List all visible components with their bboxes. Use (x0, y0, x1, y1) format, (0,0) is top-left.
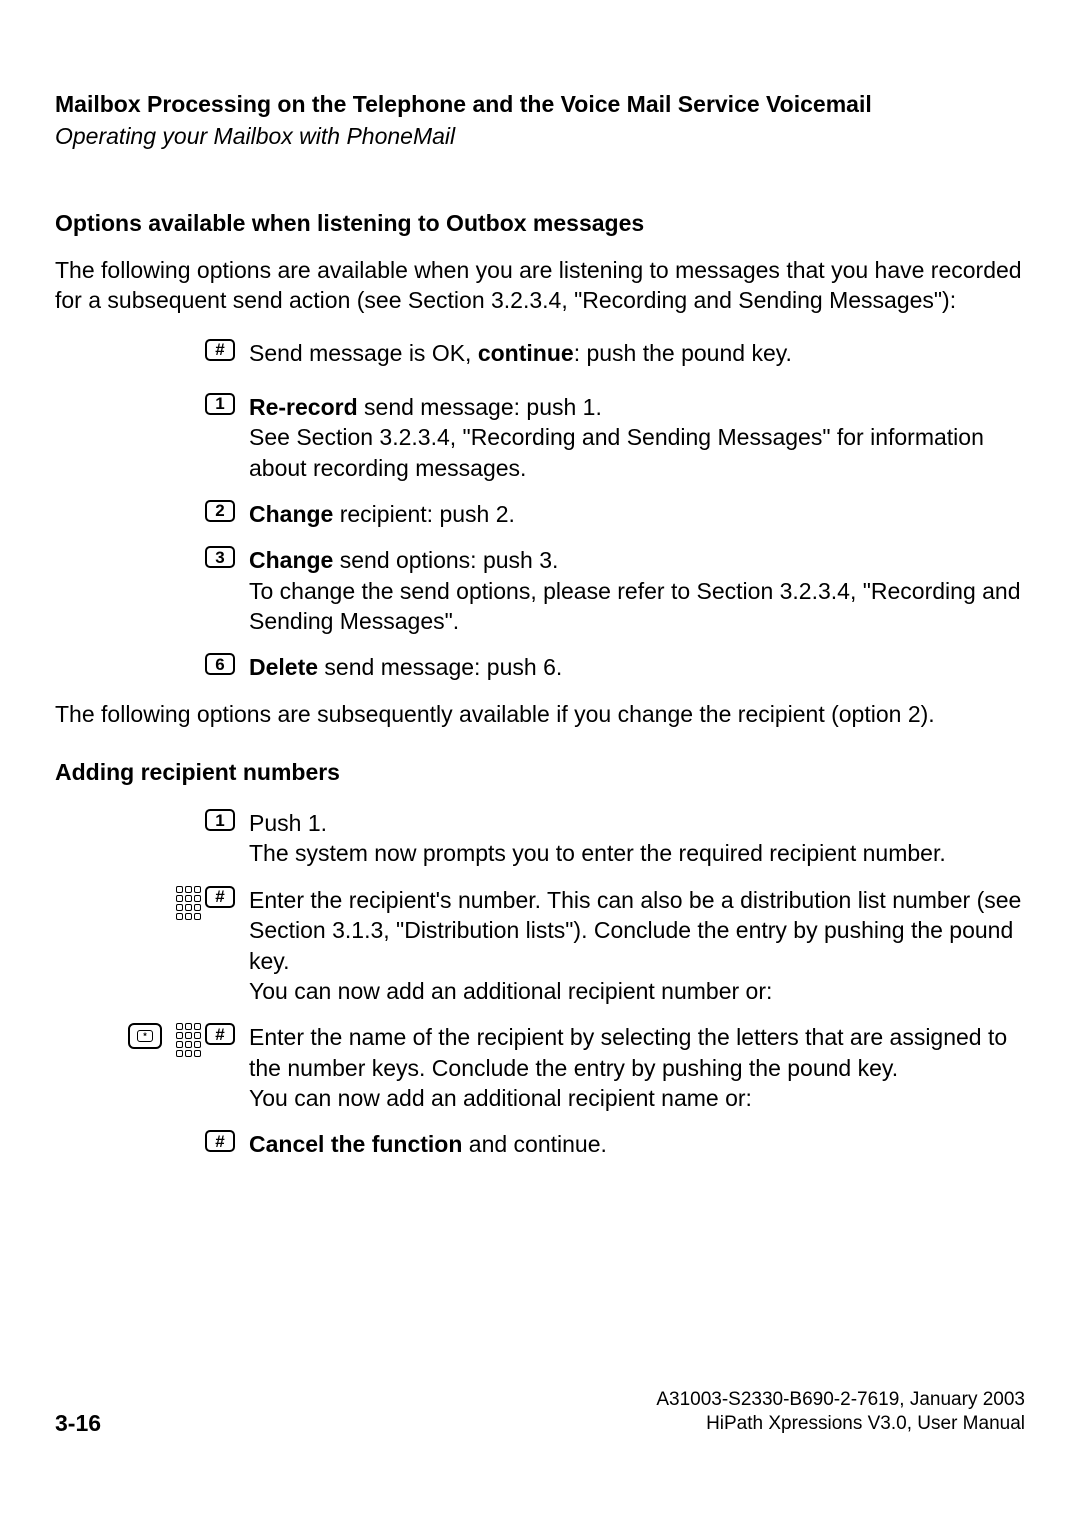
pound-key-icon: # (205, 1023, 235, 1045)
option-text: Send message is OK, continue: push the p… (239, 338, 1025, 368)
footer-info: A31003-S2330-B690-2-7619, January 2003 H… (656, 1388, 1025, 1437)
option-row-3: 3 Change send options: push 3. To change… (55, 545, 1025, 636)
keypad-icon (176, 886, 201, 920)
option-text: Re-record send message: push 1. See Sect… (239, 392, 1025, 483)
option-text: Enter the recipient's number. This can a… (239, 885, 1025, 1006)
page-subtitle: Operating your Mailbox with PhoneMail (55, 122, 1025, 152)
section-heading-1: Options available when listening to Outb… (55, 210, 1025, 237)
pound-key-icon: # (205, 1130, 235, 1152)
mid-note: The following options are subsequently a… (55, 699, 1025, 729)
option2-row-pound-b: * # Enter the name of the recipient by s… (55, 1022, 1025, 1113)
option-text: Push 1. The system now prompts you to en… (239, 808, 1025, 869)
option2-row-pound-a: # Enter the recipient's number. This can… (55, 885, 1025, 1006)
six-key-icon: 6 (205, 653, 235, 675)
page-title: Mailbox Processing on the Telephone and … (55, 90, 1025, 120)
option-text: Delete send message: push 6. (239, 652, 1025, 682)
option-row-2: 2 Change recipient: push 2. (55, 499, 1025, 529)
option-row-6: 6 Delete send message: push 6. (55, 652, 1025, 682)
option-list-2: 1 Push 1. The system now prompts you to … (55, 808, 1025, 1160)
keypad-icon (176, 1023, 201, 1057)
three-key-icon: 3 (205, 546, 235, 568)
page-number: 3-16 (55, 1410, 101, 1437)
option-text: Change send options: push 3. To change t… (239, 545, 1025, 636)
document-page: Mailbox Processing on the Telephone and … (0, 0, 1080, 1529)
pound-key-icon: # (205, 339, 235, 361)
option-text: Change recipient: push 2. (239, 499, 1025, 529)
option-text: Cancel the function and continue. (239, 1129, 1025, 1159)
page-footer: 3-16 A31003-S2330-B690-2-7619, January 2… (55, 1388, 1025, 1437)
option-row-pound: # Send message is OK, continue: push the… (55, 338, 1025, 368)
option2-row-1: 1 Push 1. The system now prompts you to … (55, 808, 1025, 869)
option-row-1: 1 Re-record send message: push 1. See Se… (55, 392, 1025, 483)
one-key-icon: 1 (205, 809, 235, 831)
section-intro-1: The following options are available when… (55, 255, 1025, 316)
two-key-icon: 2 (205, 500, 235, 522)
option2-row-pound-c: # Cancel the function and continue. (55, 1129, 1025, 1159)
option-text: Enter the name of the recipient by selec… (239, 1022, 1025, 1113)
pound-key-icon: # (205, 886, 235, 908)
one-key-icon: 1 (205, 393, 235, 415)
section-heading-2: Adding recipient numbers (55, 759, 1025, 786)
option-list-1: # Send message is OK, continue: push the… (55, 338, 1025, 683)
star-key-icon: * (128, 1023, 162, 1049)
